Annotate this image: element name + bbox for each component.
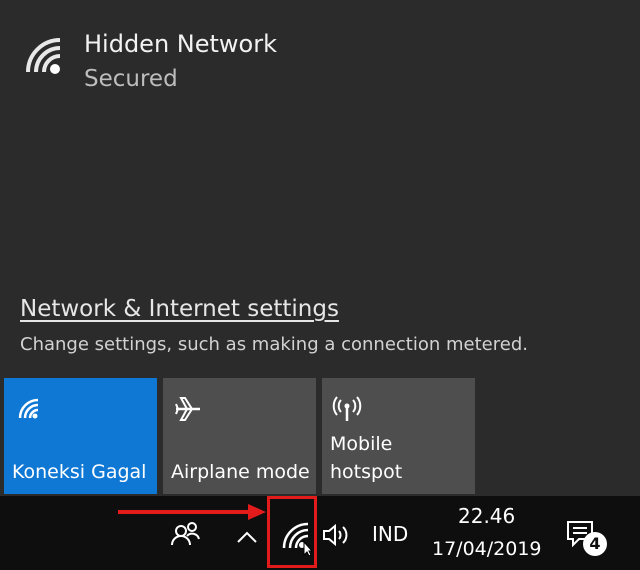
notification-count-badge: 4 xyxy=(583,532,607,556)
network-flyout: Hidden Network Secured Network & Interne… xyxy=(0,0,640,496)
clock-date[interactable]: 17/04/2019 xyxy=(432,538,542,560)
wifi-icon xyxy=(18,398,39,419)
hotspot-icon xyxy=(332,396,362,421)
wifi-highlight-box xyxy=(267,496,317,568)
taskbar: IND 22.46 17/04/2019 4 xyxy=(0,496,640,570)
network-settings-description: Change settings, such as making a connec… xyxy=(20,334,528,355)
network-settings-link[interactable]: Network & Internet settings xyxy=(20,296,339,322)
chevron-up-icon[interactable] xyxy=(236,530,258,544)
wifi-icon xyxy=(26,38,61,74)
action-center-button[interactable]: 4 xyxy=(566,520,610,560)
airplane-mode-label: Airplane mode xyxy=(171,461,310,483)
airplane-mode-tile[interactable]: Airplane mode xyxy=(163,378,316,494)
input-language-indicator[interactable]: IND xyxy=(372,522,408,546)
network-status: Secured xyxy=(84,66,178,92)
mobile-hotspot-tile[interactable]: Mobile hotspot xyxy=(322,378,475,494)
mobile-hotspot-label-line2: hotspot xyxy=(330,461,403,483)
volume-icon[interactable] xyxy=(322,523,350,547)
network-name: Hidden Network xyxy=(84,30,277,58)
network-list-item[interactable]: Hidden Network Secured xyxy=(22,26,442,106)
wifi-tile[interactable]: Koneksi Gagal xyxy=(4,378,157,494)
red-arrow-pointer xyxy=(118,504,266,520)
wifi-tile-label: Koneksi Gagal xyxy=(12,461,147,483)
mobile-hotspot-label-line1: Mobile xyxy=(330,433,393,455)
people-icon[interactable] xyxy=(170,521,200,547)
airplane-icon xyxy=(175,397,200,421)
clock-time[interactable]: 22.46 xyxy=(458,504,515,528)
